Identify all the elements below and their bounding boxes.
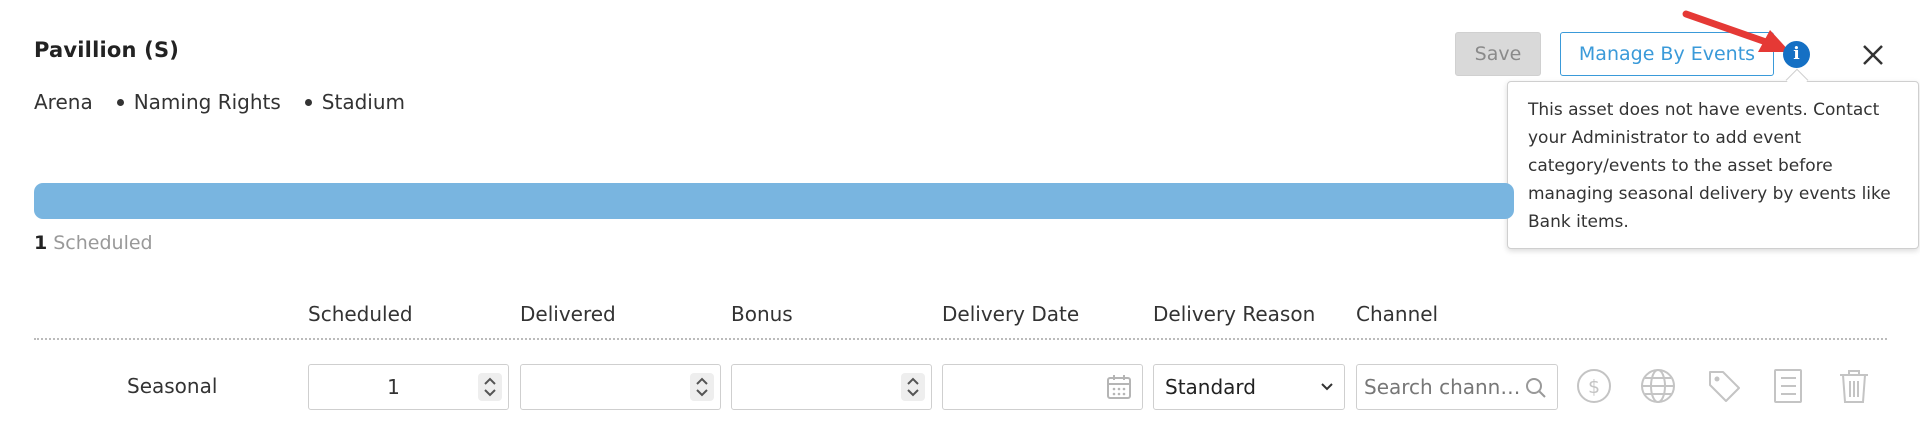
- info-icon[interactable]: i: [1783, 41, 1810, 68]
- delivered-stepper[interactable]: [690, 373, 714, 401]
- delivery-reason-value: Standard: [1165, 375, 1256, 399]
- asset-title: Pavillion (S): [34, 38, 180, 62]
- tag-naming-rights: Naming Rights: [93, 90, 281, 114]
- scheduled-count: 1: [34, 232, 48, 254]
- tooltip-text: This asset does not have events. Contact…: [1528, 100, 1891, 232]
- column-header-delivery-reason: Delivery Reason: [1153, 302, 1316, 326]
- annotation-arrow-icon: [1682, 10, 1790, 52]
- info-tooltip: This asset does not have events. Contact…: [1507, 81, 1919, 249]
- dollar-icon[interactable]: $: [1574, 366, 1614, 406]
- scheduled-stepper[interactable]: [478, 373, 502, 401]
- scheduled-label: Scheduled: [53, 232, 153, 254]
- bonus-input[interactable]: [731, 364, 932, 410]
- delivered-input[interactable]: [520, 364, 721, 410]
- chevron-down-icon: [1321, 383, 1333, 391]
- stepper-arrows-icon: [907, 377, 919, 397]
- tag-arena: Arena: [34, 90, 93, 114]
- stepper-arrows-icon: [696, 377, 708, 397]
- asset-tags: Arena Naming Rights Stadium: [34, 90, 405, 114]
- channel-search-placeholder: Search channels...: [1364, 375, 1524, 399]
- stepper-arrows-icon: [484, 377, 496, 397]
- scheduled-value: 1: [387, 375, 400, 399]
- column-header-bonus: Bonus: [731, 302, 793, 326]
- tag-icon[interactable]: [1704, 366, 1744, 406]
- delivery-date-input[interactable]: [942, 364, 1143, 410]
- delivery-reason-select[interactable]: Standard: [1153, 364, 1345, 410]
- list-icon[interactable]: [1768, 366, 1808, 406]
- save-button[interactable]: Save: [1455, 32, 1541, 76]
- schedule-progress-bar: [34, 183, 1514, 219]
- trash-icon[interactable]: [1834, 366, 1874, 406]
- row-label-seasonal: Seasonal: [127, 374, 218, 398]
- globe-icon[interactable]: [1638, 366, 1678, 406]
- scheduled-input[interactable]: 1: [308, 364, 509, 410]
- column-header-scheduled: Scheduled: [308, 302, 413, 326]
- svg-text:$: $: [1588, 376, 1600, 398]
- column-header-channel: Channel: [1356, 302, 1439, 326]
- column-header-delivery-date: Delivery Date: [942, 302, 1080, 326]
- scheduled-summary: 1 Scheduled: [34, 232, 153, 254]
- channel-search-input[interactable]: Search channels...: [1356, 364, 1558, 410]
- bonus-stepper[interactable]: [901, 373, 925, 401]
- close-icon[interactable]: [1858, 40, 1888, 70]
- tag-stadium: Stadium: [281, 90, 405, 114]
- column-header-delivered: Delivered: [520, 302, 616, 326]
- search-icon: [1526, 378, 1546, 398]
- header-divider: [34, 338, 1887, 340]
- calendar-icon[interactable]: [1106, 374, 1132, 400]
